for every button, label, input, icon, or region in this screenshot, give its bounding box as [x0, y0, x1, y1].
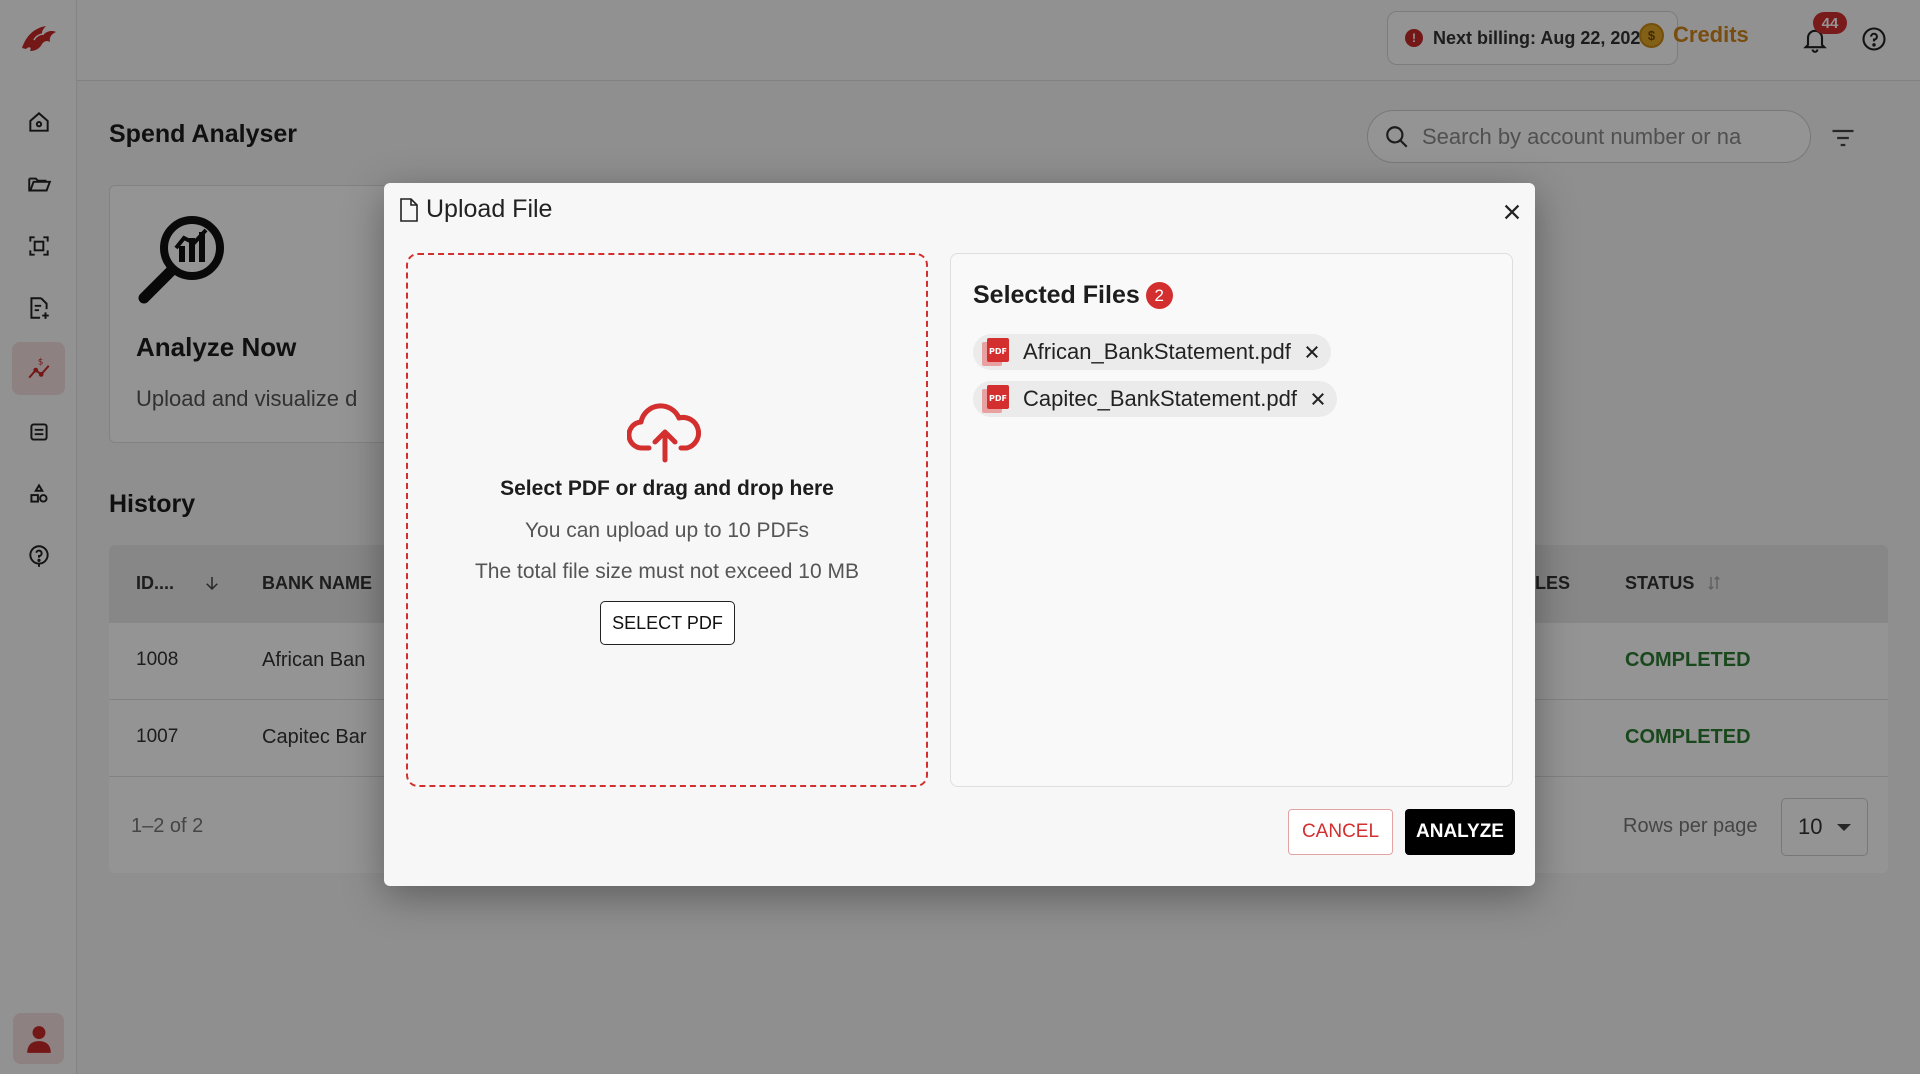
pdf-icon: PDF: [982, 385, 1009, 413]
close-icon[interactable]: [1501, 201, 1523, 223]
file-chip: PDF African_BankStatement.pdf: [973, 334, 1331, 370]
selected-files-title: Selected Files 2: [973, 281, 1173, 310]
select-pdf-button[interactable]: SELECT PDF: [600, 601, 735, 645]
file-name: Capitec_BankStatement.pdf: [1023, 386, 1297, 411]
selected-files-count: 2: [1145, 282, 1173, 309]
pdf-icon: PDF: [982, 338, 1009, 366]
cancel-button[interactable]: CANCEL: [1288, 809, 1393, 855]
svg-text:PDF: PDF: [989, 394, 1007, 403]
svg-text:PDF: PDF: [989, 347, 1007, 356]
file-name: African_BankStatement.pdf: [1023, 339, 1291, 364]
file-dropzone[interactable]: Select PDF or drag and drop here You can…: [406, 253, 928, 787]
file-chip: PDF Capitec_BankStatement.pdf: [973, 381, 1337, 417]
remove-file-icon[interactable]: [1303, 343, 1321, 361]
file-icon: [400, 197, 418, 222]
remove-file-icon[interactable]: [1309, 390, 1327, 408]
dialog-header: Upload File: [398, 195, 552, 224]
selected-files-panel: Selected Files 2 PDF African_BankStateme…: [950, 253, 1513, 787]
dropzone-limit-size: The total file size must not exceed 10 M…: [474, 560, 860, 583]
analyze-button[interactable]: ANALYZE: [1405, 809, 1515, 855]
dropzone-title: Select PDF or drag and drop here: [500, 477, 834, 500]
dialog-title: Upload File: [426, 195, 553, 223]
upload-file-dialog: Upload File Select PDF or drag and drop …: [384, 183, 1535, 886]
cloud-upload-icon: [627, 403, 701, 463]
dropzone-limit-count: You can upload up to 10 PDFs: [524, 519, 810, 542]
